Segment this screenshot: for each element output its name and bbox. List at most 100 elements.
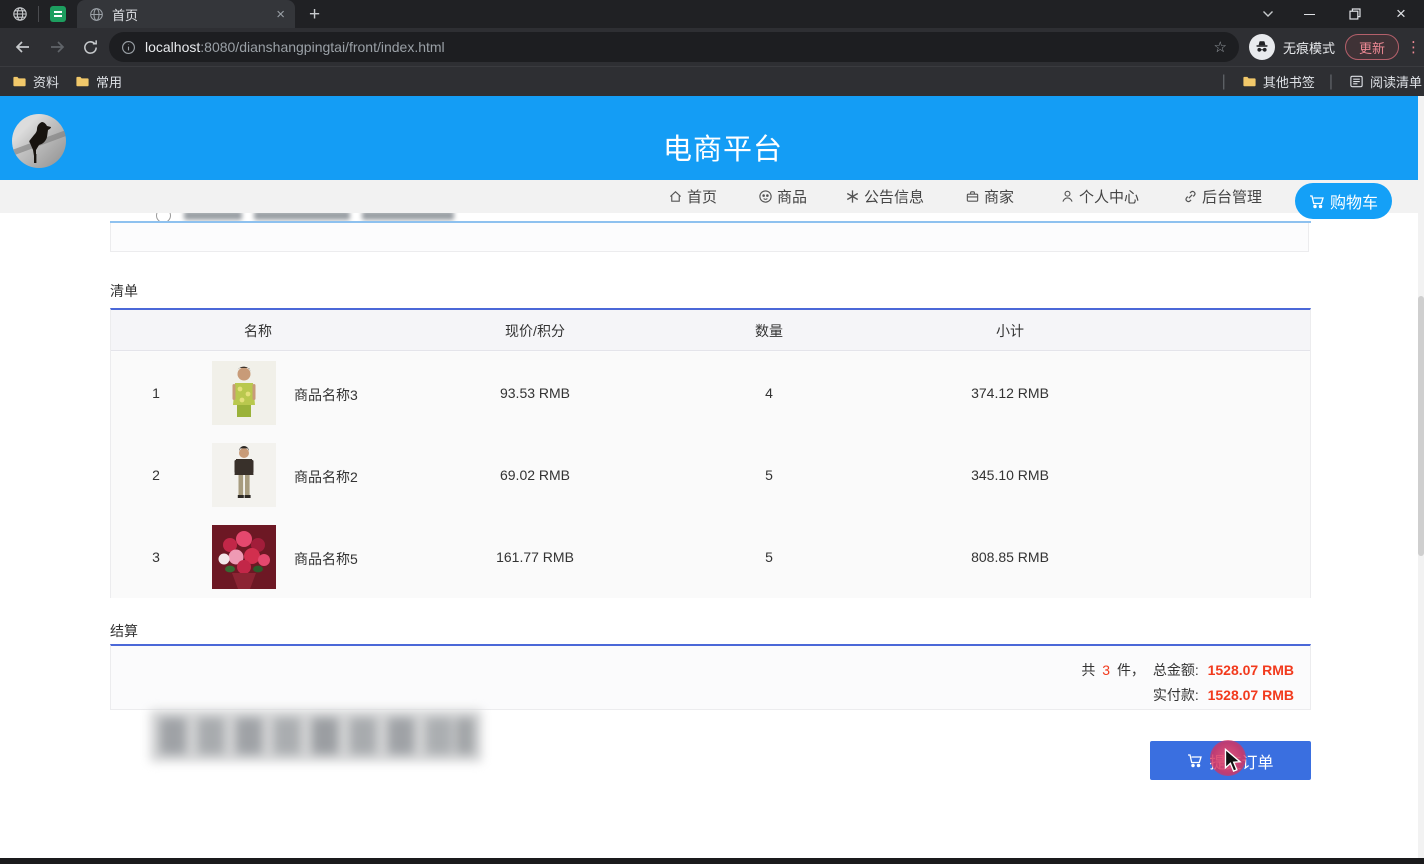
cart-button[interactable]: 购物车 [1295,183,1392,219]
nav-item-home[interactable]: 首页 [668,180,717,213]
product-qty: 5 [765,467,773,483]
summary-total-value: 1528.07 RMB [1208,662,1294,678]
table-row[interactable]: 2 商品名称2 69.02 RMB 5 345.10 RMB [111,434,1310,517]
product-icon [758,189,773,204]
bookmark-label: 其他书签 [1263,72,1315,91]
product-name: 商品名称2 [294,467,358,487]
bookmark-folder-changyong[interactable]: 常用 [75,72,122,91]
summary-total-label: 总金额: [1153,662,1199,678]
window-close-button[interactable]: × [1378,0,1424,28]
user-icon [1060,189,1075,204]
screen: 首页 × + × localhost:80 [0,0,1424,864]
tab-close-icon[interactable]: × [276,7,285,22]
column-header-name: 名称 [244,321,272,341]
announcement-icon [845,189,860,204]
mouse-cursor-icon [1222,748,1244,774]
product-subtotal: 345.10 RMB [971,467,1049,483]
product-photo-flower-bouquet[interactable] [212,525,276,589]
site-logo-avatar[interactable] [12,114,66,168]
product-name: 商品名称3 [294,385,358,405]
url-bar[interactable]: localhost:8080/dianshangpingtai/front/in… [109,32,1239,62]
cart-items-table: 名称 现价/积分 数量 小计 1 商品名称3 93.53 RMB 4 374.1… [110,308,1311,598]
bottom-edge-bar [0,858,1424,864]
reading-list[interactable]: 阅读清单 [1349,72,1422,91]
nav-item-products[interactable]: 商品 [758,180,807,213]
browser-toolbar: localhost:8080/dianshangpingtai/front/in… [0,28,1424,66]
url-host: localhost [145,39,200,55]
nav-item-merchants[interactable]: 商家 [965,180,1014,213]
cart-icon [1309,194,1325,209]
summary-panel: 共 3 件， 总金额: 1528.07 RMB 实付款: 1528.07 RMB [110,644,1311,710]
row-index: 2 [152,467,160,483]
table-row[interactable]: 3 商品名称5 161.77 RMB 5 808.85 RMB [111,516,1310,598]
cart-label: 购物车 [1330,189,1378,213]
active-tab[interactable]: 首页 × [77,0,295,28]
column-header-qty: 数量 [755,321,783,341]
row-index: 3 [152,549,160,565]
home-icon [668,189,683,204]
redacted-watermark [150,710,482,762]
nav-item-announcements[interactable]: 公告信息 [845,180,924,213]
row-index: 1 [152,385,160,401]
new-tab-button[interactable]: + [303,5,326,24]
page-info-icon[interactable] [121,40,136,55]
nav-label: 商品 [777,186,807,207]
url-path: :8080/dianshangpingtai/front/index.html [200,39,444,55]
merchant-icon [965,189,980,204]
update-button[interactable]: 更新 [1345,34,1399,60]
settle-section-title: 结算 [110,621,138,641]
bookmark-label: 常用 [96,72,122,91]
tab-search-chevron-icon[interactable] [1250,0,1286,28]
nav-item-personal-center[interactable]: 个人中心 [1060,180,1139,213]
back-icon[interactable] [14,38,32,56]
column-header-price: 现价/积分 [505,321,565,341]
bookmark-folder-ziliao[interactable]: 资料 [12,72,59,91]
window-minimize-button[interactable] [1286,0,1332,28]
product-price: 161.77 RMB [496,549,574,565]
summary-paid-label: 实付款: [1153,687,1199,703]
table-row[interactable]: 1 商品名称3 93.53 RMB 4 374.12 RMB [111,352,1310,435]
other-bookmarks[interactable]: 其他书签 [1242,72,1315,91]
site-navbar: 首页 商品 公告信息 商家 个人中心 后台管理 [0,180,1424,213]
site-title: 电商平台 [663,126,783,168]
browser-tab-strip: 首页 × + × [0,0,1424,28]
window-restore-button[interactable] [1332,0,1378,28]
incognito-icon [1249,34,1275,60]
bookmarks-bar: 资料 常用 | 其他书签 | 阅读清单 [0,66,1424,96]
scrollbar-thumb[interactable] [1418,296,1424,556]
cart-icon [1187,753,1203,768]
address-panel-remnant [110,223,1309,252]
bookmark-label: 资料 [33,72,59,91]
incognito-label: 无痕模式 [1283,38,1335,57]
product-photo-green-top[interactable] [212,361,276,425]
product-price: 93.53 RMB [500,385,570,401]
product-qty: 5 [765,549,773,565]
globe-icon [89,7,104,22]
globe-icon[interactable] [12,6,28,22]
summary-count-prefix: 共 [1081,662,1095,678]
product-qty: 4 [765,385,773,401]
bookmark-label: 阅读清单 [1370,72,1422,91]
admin-link-icon [1183,189,1198,204]
summary-paid-line: 实付款: 1528.07 RMB [1153,685,1294,705]
bookmarks-separator: | [1329,73,1333,91]
nav-item-admin[interactable]: 后台管理 [1183,180,1262,213]
product-photo-man-jacket[interactable] [212,443,276,507]
tab-separator [38,6,39,22]
column-header-subtotal: 小计 [996,321,1024,341]
reload-icon[interactable] [82,39,99,56]
summary-count-suffix: 件， [1117,662,1145,678]
product-subtotal: 374.12 RMB [971,385,1049,401]
summary-count: 3 [1102,662,1110,678]
product-subtotal: 808.85 RMB [971,549,1049,565]
address-panel-divider [110,221,1311,223]
nav-label: 首页 [687,186,717,207]
reading-list-icon [1349,74,1364,89]
table-header-row: 名称 现价/积分 数量 小计 [111,310,1310,351]
browser-menu-icon[interactable]: ⋮ [1406,38,1421,56]
nav-label: 公告信息 [864,186,924,207]
bookmark-star-icon[interactable]: ☆ [1214,38,1227,56]
pinned-tab-sheets-icon[interactable] [49,5,67,23]
folder-icon [12,74,27,89]
forward-icon[interactable] [48,38,66,56]
